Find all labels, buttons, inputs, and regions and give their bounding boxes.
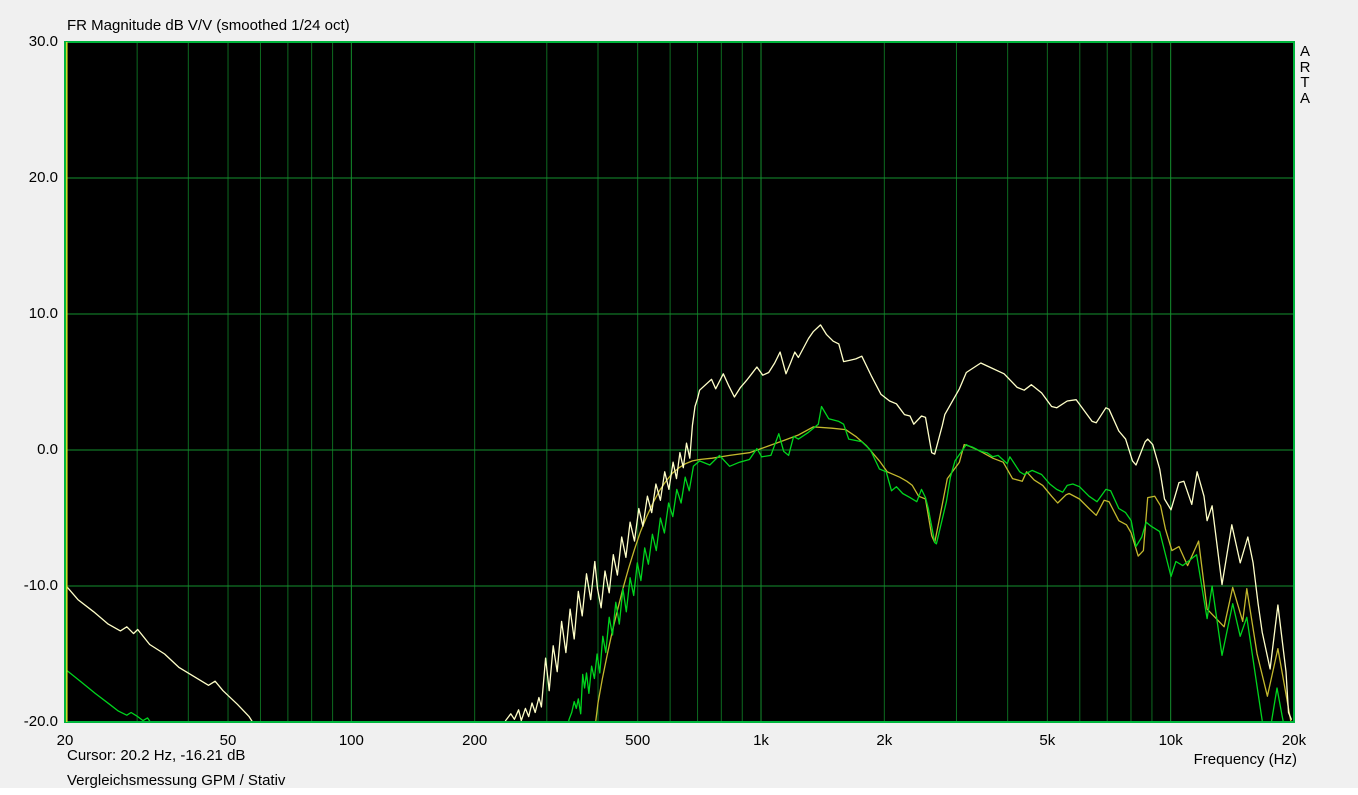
plot-background	[64, 41, 1295, 723]
x-axis-title: Frequency (Hz)	[1194, 751, 1297, 768]
x-tick-label: 10k	[1141, 733, 1201, 749]
window-bottom-edge	[0, 788, 1358, 795]
y-tick-label: -10.0	[0, 578, 58, 594]
y-tick-label: 30.0	[0, 34, 58, 50]
y-tick-label: 0.0	[0, 442, 58, 458]
x-tick-label: 200	[445, 733, 505, 749]
x-tick-label: 20k	[1264, 733, 1324, 749]
x-tick-label: 2k	[854, 733, 914, 749]
measurement-label: Vergleichsmessung GPM / Stativ	[67, 772, 285, 789]
y-tick-label: 20.0	[0, 170, 58, 186]
x-tick-label: 500	[608, 733, 668, 749]
fr-magnitude-plot[interactable]	[64, 41, 1295, 723]
x-tick-label: 1k	[731, 733, 791, 749]
plot-title: FR Magnitude dB V/V (smoothed 1/24 oct)	[67, 17, 350, 34]
x-tick-label: 5k	[1017, 733, 1077, 749]
y-tick-label: -20.0	[0, 714, 58, 730]
y-tick-label: 10.0	[0, 306, 58, 322]
cursor-readout: Cursor: 20.2 Hz, -16.21 dB	[67, 747, 245, 764]
arta-watermark: A R T A	[1298, 44, 1312, 107]
x-tick-label: 100	[321, 733, 381, 749]
